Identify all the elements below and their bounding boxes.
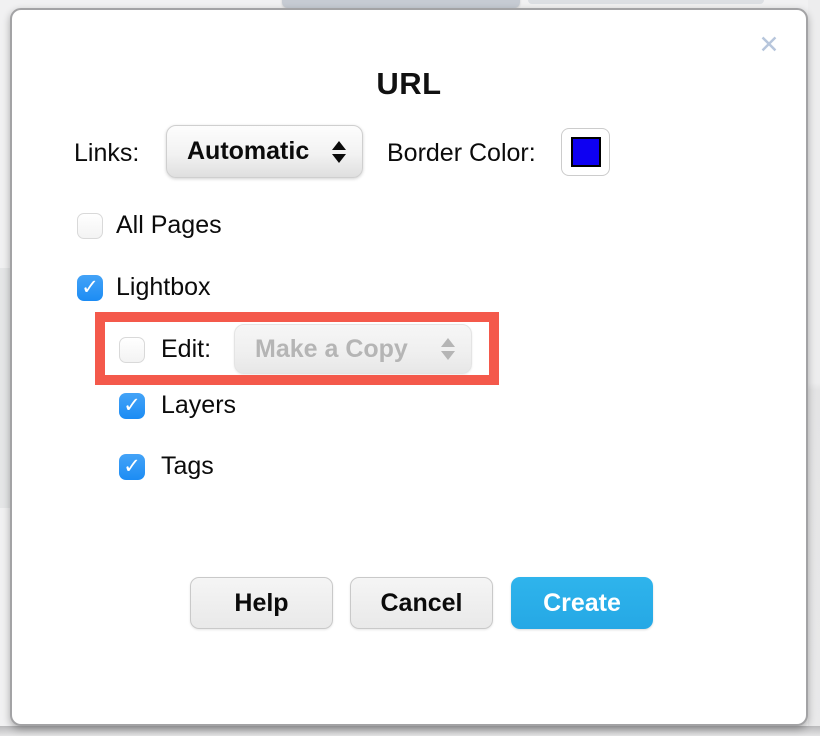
close-icon[interactable]: ✕ [754,30,784,60]
layers-label: Layers [161,392,236,419]
edit-mode-select-value: Make a Copy [255,335,408,364]
dialog-title: URL [12,66,806,102]
all-pages-checkbox[interactable]: ✓ [77,213,103,239]
modal-bottom-shadow [0,726,820,736]
layers-checkbox[interactable]: ✓ [119,393,145,419]
lightbox-checkbox[interactable]: ✓ [77,275,103,301]
all-pages-label: All Pages [116,212,222,239]
links-select[interactable]: Automatic [166,125,363,178]
tags-checkbox[interactable]: ✓ [119,454,145,480]
links-select-value: Automatic [187,137,309,166]
cancel-button[interactable]: Cancel [350,577,493,629]
select-arrows-icon [441,338,455,360]
edit-label: Edit: [161,336,211,363]
help-button[interactable]: Help [190,577,333,629]
tags-label: Tags [161,453,214,480]
background-toolbar-fragment [528,0,764,4]
border-color-label: Border Color: [387,140,536,167]
border-color-swatch [571,137,601,167]
background-page-left-edge [0,268,10,508]
checkmark-icon: ✓ [119,454,145,480]
border-color-picker[interactable] [561,128,610,176]
checkmark-icon: ✓ [119,393,145,419]
background-page-right-edge [808,0,820,736]
edit-mode-select: Make a Copy [234,324,472,374]
edit-checkbox[interactable]: ✓ [119,337,145,363]
lightbox-label: Lightbox [116,274,211,301]
create-button[interactable]: Create [511,577,653,629]
checkmark-icon: ✓ [77,275,103,301]
links-label: Links: [74,140,139,167]
url-dialog: ✕ URL Links: Automatic Border Color: ✓ A… [10,8,808,726]
select-arrows-icon [332,141,346,163]
background-toolbar-button [282,0,520,8]
